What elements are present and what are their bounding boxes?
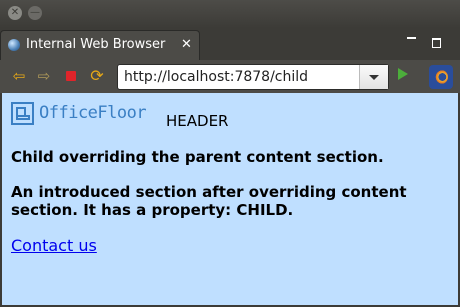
forward-arrow-icon[interactable]: ⇨ [35, 67, 53, 85]
globe-icon [8, 39, 20, 51]
officefloor-logo: OfficeFloor [11, 100, 147, 126]
window-titlebar: ✕ — [0, 0, 460, 28]
page-content: OfficeFloor HEADER Child overriding the … [2, 93, 458, 305]
content-paragraph-1: Child overriding the parent content sect… [11, 148, 384, 166]
url-input[interactable]: http://localhost:7878/child [117, 64, 389, 90]
url-history-dropdown[interactable] [359, 65, 388, 89]
tab-close-icon[interactable]: ✕ [181, 37, 192, 52]
window-close-button[interactable]: ✕ [8, 6, 22, 20]
header-label: HEADER [166, 112, 229, 130]
officefloor-logo-icon [11, 101, 34, 125]
tab-internal-web-browser[interactable]: Internal Web Browser ✕ [0, 30, 200, 60]
back-arrow-icon[interactable]: ⇦ [10, 67, 28, 85]
go-icon[interactable] [398, 68, 408, 80]
view-minimize-icon[interactable] [407, 37, 416, 39]
tab-bar: Internal Web Browser ✕ [0, 28, 460, 60]
content-paragraph-2: An introduced section after overriding c… [11, 183, 407, 219]
contact-us-link[interactable]: Contact us [11, 236, 97, 255]
view-maximize-icon[interactable] [432, 38, 441, 48]
tab-title: Internal Web Browser [26, 37, 166, 52]
logo-text: OfficeFloor [39, 103, 147, 123]
url-text[interactable]: http://localhost:7878/child [124, 69, 308, 85]
stop-icon[interactable] [62, 67, 80, 85]
eclipse-icon[interactable] [429, 65, 453, 89]
window-minimize-button[interactable]: — [28, 6, 42, 20]
refresh-icon[interactable]: ⟳ [88, 67, 106, 85]
browser-toolbar: ⇦ ⇨ ⟳ http://localhost:7878/child [0, 60, 460, 93]
